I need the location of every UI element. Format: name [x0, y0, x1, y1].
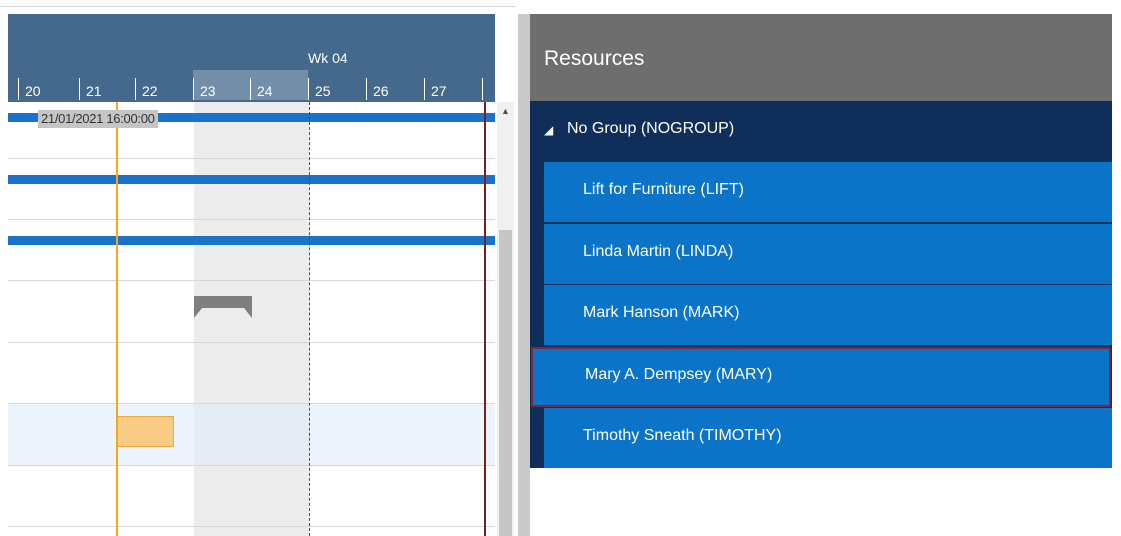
weekend-band — [194, 102, 309, 536]
week-label: Wk 04 — [308, 50, 348, 66]
resource-label: Mark Hanson (MARK) — [583, 304, 740, 321]
resource-row-linda[interactable]: Linda Martin (LINDA) — [544, 224, 1112, 284]
day-number: 25 — [315, 83, 331, 99]
selected-row-highlight — [8, 404, 495, 465]
resources-panel: Resources ◢ No Group (NOGROUP) Lift for … — [530, 14, 1112, 536]
timeline-end-line — [484, 102, 486, 536]
day-cell-26[interactable]: 26 — [366, 70, 424, 100]
row-separator — [8, 465, 495, 466]
booking-block[interactable] — [117, 416, 174, 447]
day-cell-22[interactable]: 22 — [135, 70, 193, 100]
day-cell-next — [482, 70, 495, 100]
day-number: 24 — [257, 83, 273, 99]
current-time-tooltip: 21/01/2021 16:00:00 — [38, 110, 158, 128]
resources-header: Resources — [530, 14, 1112, 101]
booking-bar[interactable] — [8, 175, 495, 184]
day-cell-24[interactable]: 24 — [250, 70, 308, 100]
day-number: 27 — [431, 83, 447, 99]
row-separator — [8, 342, 495, 343]
resource-row-mark[interactable]: Mark Hanson (MARK) — [544, 285, 1112, 345]
top-border — [0, 6, 516, 7]
row-separator — [8, 158, 495, 159]
resource-label: Mary A. Dempsey (MARY) — [585, 366, 773, 383]
week-start-line — [309, 102, 310, 536]
resource-label: Lift for Furniture (LIFT) — [583, 181, 744, 198]
scrollbar-thumb[interactable] — [499, 230, 512, 536]
row-separator — [8, 219, 495, 220]
resources-title: Resources — [544, 47, 645, 70]
gantt-timeline[interactable]: Wk 04 20 21 22 23 24 25 26 27 21/01/2021… — [0, 0, 516, 536]
day-cell-20[interactable]: 20 — [18, 70, 55, 100]
day-number: 21 — [86, 83, 102, 99]
row-separator — [8, 280, 495, 281]
panel-splitter[interactable] — [518, 14, 530, 536]
resource-row-timothy[interactable]: Timothy Sneath (TIMOTHY) — [544, 408, 1112, 468]
day-number: 20 — [25, 83, 41, 99]
current-time-line — [116, 102, 118, 536]
day-number: 22 — [142, 83, 158, 99]
day-cell-27[interactable]: 27 — [424, 70, 482, 100]
triangle-expand-icon[interactable]: ◢ — [544, 123, 553, 137]
resource-list: Lift for Furniture (LIFT) Linda Martin (… — [530, 161, 1112, 468]
day-cell-25[interactable]: 25 — [308, 70, 366, 100]
scroll-up-arrow-icon[interactable]: ▲ — [497, 105, 514, 117]
resource-label: Timothy Sneath (TIMOTHY) — [583, 427, 782, 444]
row-separator — [8, 526, 495, 527]
day-number: 26 — [373, 83, 389, 99]
group-row-nogroup[interactable]: ◢ No Group (NOGROUP) — [530, 101, 1112, 161]
timeline-grid[interactable]: 21/01/2021 16:00:00 — [8, 102, 495, 536]
row-separator — [8, 403, 495, 404]
resource-row-mary[interactable]: Mary A. Dempsey (MARY) — [531, 347, 1111, 407]
vertical-scrollbar[interactable]: ▲ — [497, 102, 514, 536]
resource-row-lift[interactable]: Lift for Furniture (LIFT) — [544, 162, 1112, 222]
timeline-header: Wk 04 20 21 22 23 24 25 26 27 — [8, 14, 495, 102]
day-cell-23[interactable]: 23 — [193, 70, 250, 100]
summary-bracket-icon[interactable] — [194, 296, 252, 318]
resource-label: Linda Martin (LINDA) — [583, 243, 734, 260]
group-label: No Group (NOGROUP) — [567, 120, 735, 137]
booking-bar[interactable] — [8, 236, 495, 245]
day-number: 23 — [200, 83, 216, 99]
day-cell-21[interactable]: 21 — [79, 70, 116, 100]
